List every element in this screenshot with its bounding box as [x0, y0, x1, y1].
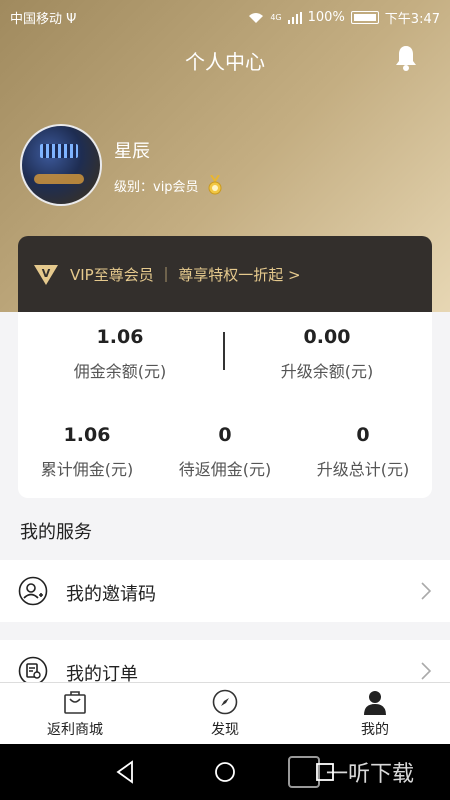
watermark-text: 一听下载 [326, 762, 415, 787]
invite-user-icon [18, 576, 48, 606]
vip-diamond-icon: V [34, 265, 58, 285]
chevron-right-icon [421, 582, 432, 600]
network-type: 4G [270, 13, 282, 22]
stat-commission-balance[interactable]: 1.06 佣金余额(元) [60, 326, 180, 382]
bottom-tab-bar: 返利商城 发现 我的 [0, 682, 450, 745]
wifi-icon [249, 12, 264, 23]
stat-value: 0 [356, 424, 370, 446]
stat-upgrade-total[interactable]: 0 升级总计(元) [298, 424, 428, 480]
bell-icon[interactable] [394, 44, 418, 72]
service-item-label: 我的邀请码 [66, 584, 156, 605]
usb-icon: Ψ [66, 12, 77, 27]
avatar[interactable] [20, 124, 102, 206]
stat-value: 0 [218, 424, 232, 446]
tab-label: 返利商城 [47, 722, 103, 738]
stat-label: 待返佣金(元) [178, 460, 272, 479]
watermark: 一听下载 [288, 756, 414, 788]
service-item-invite-code[interactable]: 我的邀请码 [0, 560, 450, 622]
avatar-photo-glow [34, 174, 84, 184]
stat-value: 1.06 [96, 326, 144, 348]
status-right: 4G 100% 下午3:47 [248, 8, 440, 27]
battery-icon [350, 11, 379, 24]
stat-value: 0.00 [303, 326, 351, 348]
signal-icon [287, 11, 302, 24]
medal-icon [208, 175, 222, 195]
stat-pending-commission[interactable]: 0 待返佣金(元) [160, 424, 290, 480]
stat-label: 升级余额(元) [280, 362, 374, 381]
battery-percent: 100% [307, 10, 345, 25]
stat-upgrade-balance[interactable]: 0.00 升级余额(元) [262, 326, 392, 382]
status-bar: 中国移动 Ψ 4G 100% 下午3:47 [0, 0, 450, 32]
stat-label: 升级总计(元) [316, 460, 410, 479]
tab-label: 我的 [361, 722, 389, 738]
stat-total-commission[interactable]: 1.06 累计佣金(元) [22, 424, 152, 480]
wallet-stats-card: 1.06 佣金余额(元) 0.00 升级余额(元) 1.06 累计佣金(元) 0… [18, 312, 432, 498]
watermark-logo-icon [288, 756, 320, 788]
avatar-photo-detail [40, 144, 78, 158]
tab-rebate-mall[interactable]: 返利商城 [15, 689, 135, 739]
member-level-text: 级别：vip会员 [114, 179, 199, 195]
clock: 下午3:47 [384, 12, 440, 27]
tab-mine[interactable]: 我的 [315, 689, 435, 739]
chevron-right-icon [421, 662, 432, 680]
page-title: 个人中心 [185, 50, 265, 74]
back-icon[interactable] [114, 760, 136, 784]
home-icon[interactable] [214, 760, 236, 784]
compass-icon [212, 689, 238, 715]
carrier-name: 中国移动 [10, 12, 63, 27]
services-section-title: 我的服务 [20, 522, 92, 543]
stat-label: 佣金余额(元) [73, 362, 167, 381]
vip-banner-text: VIP至尊会员 ｜ 尊享特权一折起 > [70, 266, 301, 284]
member-level: 级别：vip会员 [114, 175, 223, 195]
tab-discover[interactable]: 发现 [165, 689, 285, 739]
username: 星辰 [114, 141, 150, 162]
svg-text:V: V [42, 267, 51, 280]
stat-label: 累计佣金(元) [40, 460, 134, 479]
vip-banner[interactable]: V VIP至尊会员 ｜ 尊享特权一折起 > [18, 236, 432, 312]
tab-label: 发现 [211, 722, 239, 738]
shopping-bag-icon [64, 691, 86, 714]
person-icon [364, 691, 386, 715]
carrier-label: 中国移动 Ψ [10, 8, 76, 27]
stat-divider [223, 332, 225, 370]
stat-value: 1.06 [63, 424, 111, 446]
